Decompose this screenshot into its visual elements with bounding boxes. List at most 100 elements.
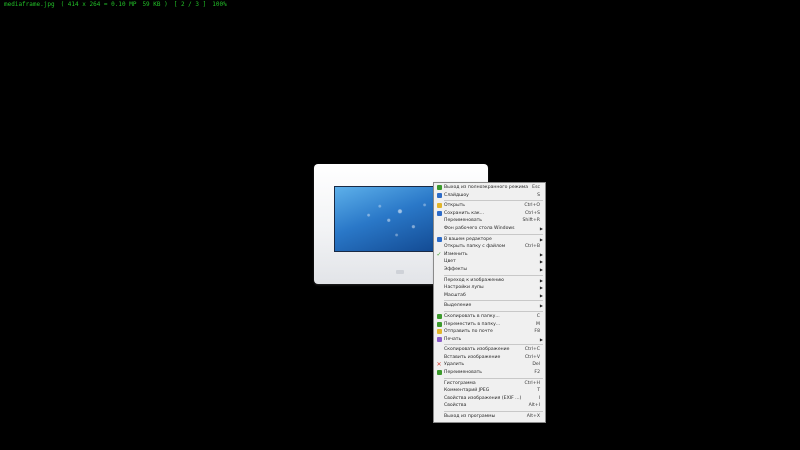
menu-item-color[interactable]: Цвет ▶ [434,258,545,266]
menu-item-label: Свойства [444,403,467,409]
menu-item-open[interactable]: Открыть Ctrl+O [434,202,545,210]
menu-item-shortcut: F8 [534,329,540,335]
image-viewer-canvas[interactable]: mediaframe.jpg ( 414 x 264 = 0.10 MP 59 KB… [0,0,800,450]
menu-item-open-folder[interactable]: Открыть папку с файлом Ctrl+B [434,243,545,251]
menu-item-shortcut: I [538,395,540,401]
menu-item-modify[interactable]: ✓ Изменить ▶ [434,251,545,259]
menu-item-selection[interactable]: Выделение ▶ [434,302,545,310]
menu-item-label: Выход из полноэкранного режима [444,185,529,190]
menu-item-exit[interactable]: Выход из программы Alt+X [434,413,545,421]
menu-item-shortcut: Ctrl+V [524,354,540,360]
status-filename: mediaframe.jpg [4,1,55,8]
menu-separator [444,377,543,379]
move-folder-icon [434,321,444,327]
menu-item-save-as[interactable]: Сохранить как... Ctrl+S [434,210,545,218]
menu-item-fullscreen[interactable]: Выход из полноэкранного режима Esc [434,184,545,192]
menu-item-label: Свойства изображения (EXIF ...) [444,395,522,401]
delete-icon: ✕ [436,361,442,369]
copy-folder-icon [434,314,444,320]
menu-item-exif[interactable]: Свойства изображения (EXIF ...) I [434,395,545,403]
menu-item-label: Печать [444,336,462,342]
menu-item-label: Выделение [444,303,472,309]
menu-item-external-editor[interactable]: В вашем редакторе ▶ [434,236,545,244]
menu-item-label: Сохранить как... [444,210,485,216]
menu-item-shortcut: Del [532,362,540,368]
menu-item-jpeg-comment[interactable]: Комментарий JPEG T [434,387,545,395]
submenu-arrow-icon: ▶ [539,285,543,291]
submenu-arrow-icon: ▶ [539,277,543,283]
menu-separator [444,233,543,235]
menu-item-paste-image[interactable]: Вставить изображение Ctrl+V [434,354,545,362]
menu-item-histogram[interactable]: Гистограмма Ctrl+H [434,380,545,388]
menu-separator [444,274,543,276]
menu-item-rename[interactable]: Переименовать Shift+R [434,217,545,225]
menu-item-shortcut: M [536,321,540,327]
printer-icon [434,336,444,342]
menu-item-label: Комментарий JPEG [444,388,490,394]
submenu-arrow-icon: ▶ [539,292,543,298]
menu-item-shortcut: Shift+R [522,218,540,224]
menu-item-label: Отправить по почте [444,329,493,335]
menu-item-label: Переход к изображению [444,277,505,283]
menu-item-rename2[interactable]: Переименовать F2 [434,369,545,377]
menu-item-send-email[interactable]: Отправить по почте F8 [434,328,545,336]
menu-item-label: Переименовать [444,218,483,224]
menu-item-copy-to-folder[interactable]: Скопировать в папку... C [434,313,545,321]
save-icon [434,211,444,217]
menu-item-label: Изменить [444,251,468,257]
menu-item-shortcut: T [537,388,540,394]
status-pages: [ 2 / 3 ] [173,1,207,8]
menu-item-shortcut: S [537,192,540,198]
menu-item-label: Слайдшоу [444,192,469,198]
status-dimensions: ( 414 x 264 = 0.10 MP [60,1,137,8]
menu-separator [444,411,543,413]
menu-item-label: Скопировать изображение [444,347,510,353]
status-bar: mediaframe.jpg ( 414 x 264 = 0.10 MP 59 KB… [4,1,233,9]
menu-separator [444,200,543,202]
menu-item-label: Настройки лупы [444,285,484,291]
menu-item-label: Переименовать [444,370,483,376]
menu-separator [444,300,543,302]
check-icon: ✓ [436,250,442,258]
menu-item-label: Открыть [444,203,465,209]
menu-item-label: В вашем редакторе [444,236,492,242]
menu-item-shortcut: Ctrl+H [524,380,540,386]
context-menu: Выход из полноэкранного режима Esc Слайд… [433,182,546,423]
submenu-arrow-icon: ▶ [539,236,543,242]
rename-icon [434,370,444,376]
menu-item-move-to-folder[interactable]: Переместить в папку... M [434,321,545,329]
menu-item-goto-image[interactable]: Переход к изображению ▶ [434,277,545,285]
photo-frame-screen [334,186,448,252]
menu-item-slideshow[interactable]: Слайдшоу S [434,192,545,200]
menu-item-label: Удалить [444,362,465,368]
menu-item-label: Вставить изображение [444,354,501,360]
menu-item-scale[interactable]: Масштаб ▶ [434,292,545,300]
menu-item-label: Эффекты [444,266,467,272]
menu-separator [444,310,543,312]
menu-item-delete[interactable]: ✕ Удалить Del [434,361,545,369]
status-zoom: 100% [212,1,227,8]
menu-item-shortcut: Ctrl+S [525,210,540,216]
submenu-arrow-icon: ▶ [539,266,543,272]
submenu-arrow-icon: ▶ [539,259,543,265]
menu-item-shortcut: Ctrl+C [524,347,540,353]
menu-item-print[interactable]: Печать ▶ [434,336,545,344]
menu-item-effects[interactable]: Эффекты ▶ [434,266,545,274]
email-icon [434,329,444,335]
menu-item-label: Скопировать в папку... [444,313,500,319]
slideshow-icon [434,192,444,198]
submenu-arrow-icon: ▶ [539,336,543,342]
editor-icon [434,236,444,242]
menu-item-label: Масштаб [444,292,466,298]
menu-item-zoom-settings[interactable]: Настройки лупы ▶ [434,284,545,292]
menu-item-copy-image[interactable]: Скопировать изображение Ctrl+C [434,346,545,354]
menu-item-shortcut: C [536,313,540,319]
menu-item-label: Открыть папку с файлом [444,244,506,250]
menu-item-shortcut: Ctrl+O [524,203,540,209]
status-filesize: 59 KB ) [142,1,168,8]
menu-item-shortcut: Alt+I [528,403,540,409]
open-folder-icon [434,203,444,209]
menu-item-properties[interactable]: Свойства Alt+I [434,402,545,410]
photo-frame-button [396,270,404,274]
menu-item-wallpaper[interactable]: Фон рабочего стола Windows ▶ [434,225,545,233]
